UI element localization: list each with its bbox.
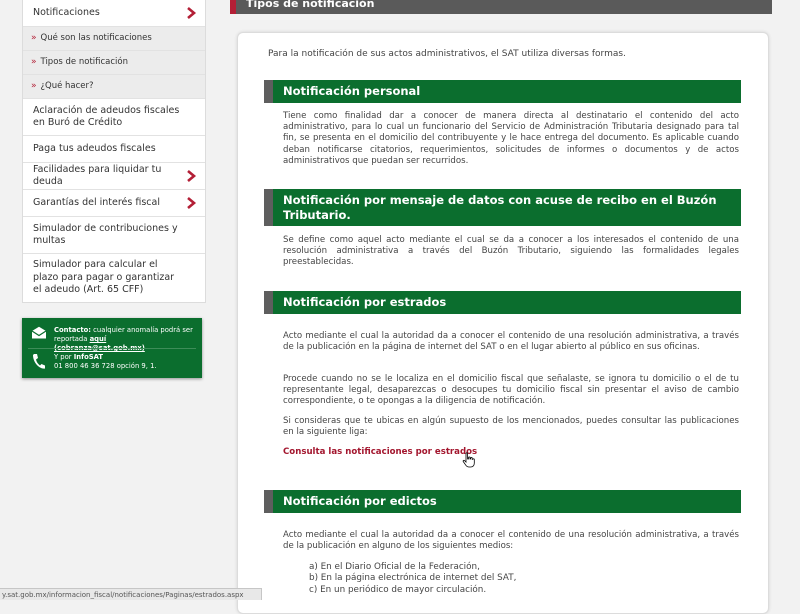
- sidebar-subitem-que-son[interactable]: » Qué son las notificaciones: [23, 27, 205, 51]
- edictos-list: a) En el Diario Oficial de la Federación…: [309, 562, 709, 596]
- heading-accent: [264, 80, 273, 103]
- chevron-right-icon: [187, 7, 197, 19]
- phone-icon: [33, 354, 45, 369]
- phone-prefix: Y por: [54, 353, 72, 361]
- sidebar-item-label: Simulador para calcular el plazo para pa…: [33, 259, 175, 296]
- page-title-bar: Tipos de notificación: [230, 0, 772, 14]
- sidebar-item-label: Notificaciones: [33, 6, 100, 18]
- list-item: b) En la página electrónica de internet …: [309, 573, 517, 584]
- list-item: c) En un periódico de mayor circulación.: [309, 584, 487, 595]
- chevron-right-icon: [187, 170, 197, 182]
- estrados-link[interactable]: Consulta las notificaciones por estrados: [283, 447, 477, 457]
- mail-icon: [31, 326, 47, 339]
- sidebar-item-notificaciones[interactable]: Notificaciones: [23, 0, 205, 27]
- contact-label: Contacto:: [54, 326, 91, 334]
- sidebar-item-paga[interactable]: Paga tus adeudos fiscales: [23, 136, 205, 163]
- section-paragraph: Tiene como finalidad dar a conocer de ma…: [283, 111, 739, 166]
- section-heading-text: Notificación por edictos: [283, 494, 437, 508]
- page-title: Tipos de notificación: [246, 0, 375, 10]
- sidebar-item-label: Facilidades para liquidar tu deuda: [33, 163, 162, 187]
- sidebar-subitem-que-hacer[interactable]: » ¿Qué hacer?: [23, 75, 205, 99]
- sidebar-item-garantias[interactable]: Garantías del interés fiscal: [23, 190, 205, 217]
- contact-box: Contacto: cualquier anomalía podrá ser r…: [22, 318, 202, 378]
- section-heading-text: Notificación por mensaje de datos con ac…: [283, 193, 717, 222]
- hand-cursor-icon: [462, 452, 475, 468]
- section-heading-text: Notificación personal: [283, 84, 421, 98]
- intro-text: Para la notificación de sus actos admini…: [268, 49, 626, 59]
- section-heading-estrados: Notificación por estrados: [264, 291, 741, 314]
- phone-number: 01 800 46 36 728 opción 9, 1.: [54, 362, 157, 371]
- chevron-right-icon: [187, 197, 197, 209]
- sidebar-item-label: Qué son las notificaciones: [40, 32, 152, 43]
- sidebar-subitem-tipos[interactable]: » Tipos de notificación: [23, 51, 205, 75]
- sidebar-item-label: Garantías del interés fiscal: [33, 196, 160, 208]
- section-heading-personal: Notificación personal: [264, 80, 741, 103]
- section-heading-text: Notificación por estrados: [283, 295, 447, 309]
- bullet-icon: »: [31, 80, 37, 91]
- bullet-icon: »: [31, 56, 37, 67]
- section-heading-edictos: Notificación por edictos: [264, 490, 741, 513]
- sidebar-item-label: Tipos de notificación: [40, 56, 129, 67]
- section-paragraph: Acto mediante el cual la autoridad da a …: [283, 331, 739, 353]
- sidebar-item-simulador-multas[interactable]: Simulador de contribuciones y multas: [23, 217, 205, 254]
- section-paragraph: Procede cuando no se le localiza en el d…: [283, 374, 739, 407]
- bullet-icon: »: [31, 32, 37, 43]
- list-item: a) En el Diario Oficial de la Federación…: [309, 562, 480, 572]
- status-bar-url: y.sat.gob.mx/informacion_fiscal/notifica…: [0, 588, 262, 600]
- title-accent: [230, 0, 236, 14]
- contact-link[interactable]: aquí: [90, 335, 107, 343]
- sidebar-nav: Notificaciones » Qué son las notificacio…: [22, 0, 206, 303]
- sidebar-item-label: ¿Qué hacer?: [40, 80, 94, 91]
- heading-accent: [264, 490, 273, 513]
- section-paragraph: Acto mediante el cual la autoridad da a …: [283, 530, 739, 552]
- sidebar-item-label: Simulador de contribuciones y multas: [33, 222, 178, 246]
- section-paragraph: Si consideras que te ubicas en algún sup…: [283, 416, 739, 438]
- heading-accent: [264, 291, 273, 314]
- sidebar-item-simulador-plazo[interactable]: Simulador para calcular el plazo para pa…: [23, 254, 205, 302]
- contact-text: Contacto: cualquier anomalía podrá ser r…: [54, 326, 196, 354]
- sidebar-item-facilidades[interactable]: Facilidades para liquidar tu deuda: [23, 163, 205, 190]
- sidebar-item-label: Paga tus adeudos fiscales: [33, 142, 156, 154]
- section-heading-buzon: Notificación por mensaje de datos con ac…: [264, 189, 741, 226]
- sidebar-item-label: Aclaración de adeudos fiscales en Buró d…: [33, 104, 180, 128]
- phone-brand: InfoSAT: [73, 353, 104, 361]
- phone-text: Y por InfoSAT 01 800 46 36 728 opción 9,…: [54, 353, 196, 371]
- section-paragraph: Se define como aquel acto mediante el cu…: [283, 235, 739, 268]
- sidebar-item-buro[interactable]: Aclaración de adeudos fiscales en Buró d…: [23, 99, 205, 136]
- heading-accent: [264, 189, 273, 226]
- divider: [28, 348, 196, 349]
